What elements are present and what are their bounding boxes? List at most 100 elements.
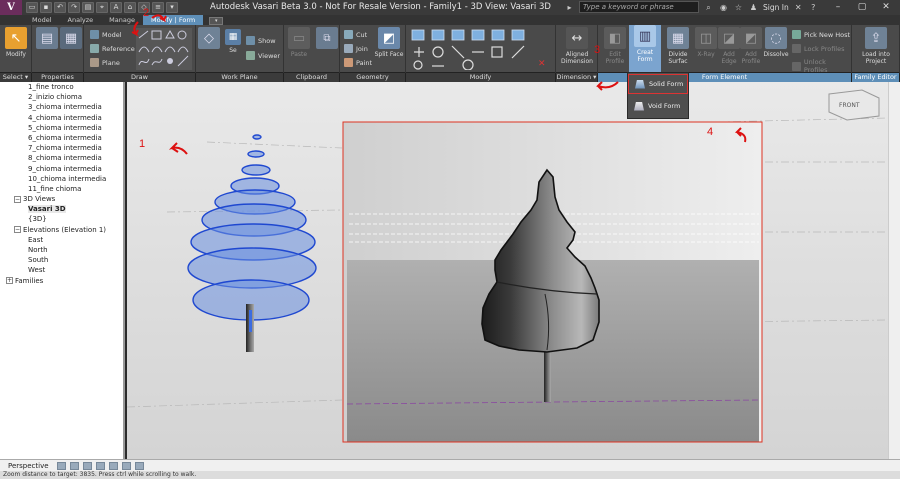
exchange-icon[interactable]: ✕ (793, 2, 804, 13)
show-button[interactable]: Show (246, 36, 276, 45)
browser-item[interactable]: Vasari 3D (0, 204, 123, 214)
temporary-hide-icon[interactable] (121, 461, 131, 470)
xray-button[interactable]: ◫ X-Ray (694, 27, 718, 58)
open-icon[interactable]: ▭ (26, 2, 38, 13)
aligned-dimension-button[interactable]: ↔ Aligned Dimension (560, 27, 594, 65)
help-icon[interactable]: ? (808, 2, 819, 13)
save-icon[interactable]: ▪ (40, 2, 52, 13)
tab-analyze[interactable]: Analyze (60, 15, 102, 25)
measure-icon[interactable]: ⌖ (96, 2, 108, 13)
select-panel-label[interactable]: Select ▾ (0, 73, 32, 82)
browser-group-item[interactable]: −3D Views (0, 194, 123, 204)
add-edge-button[interactable]: ◪ Add Edge (718, 27, 740, 65)
perspective-label[interactable]: Perspective (4, 462, 53, 470)
divide-surface-button[interactable]: ▦ Divide Surfac (664, 27, 692, 65)
user-icon[interactable]: ♟ (748, 2, 759, 13)
join-button[interactable]: Join (344, 44, 368, 53)
family-types-button[interactable]: ▦ (60, 27, 82, 51)
crop-view-icon[interactable] (95, 461, 105, 470)
browser-item[interactable]: 2_inizio chioma (0, 92, 123, 102)
browser-group-item[interactable]: − Elevations (Elevation 1) (0, 225, 123, 235)
draw-tools-gallery[interactable] (136, 28, 192, 70)
subscription-icon[interactable]: ◉ (718, 2, 729, 13)
text-icon[interactable]: A (110, 2, 122, 13)
sign-in-link[interactable]: Sign In (763, 3, 789, 12)
visual-style-icon[interactable] (56, 461, 66, 470)
modify-button[interactable]: ↖ Modify (3, 27, 29, 58)
unlock-profiles-button[interactable]: Unlock Profiles (792, 58, 851, 74)
redo-icon[interactable]: ↷ (68, 2, 80, 13)
browser-item[interactable]: 3_chioma intermedia (0, 102, 123, 112)
collapse-icon[interactable]: − (14, 195, 21, 203)
thin-lines-icon[interactable]: ≡ (152, 2, 164, 13)
shadows-icon[interactable] (82, 461, 92, 470)
undo-icon[interactable]: ↶ (54, 2, 66, 13)
browser-item[interactable]: North (0, 245, 123, 255)
dissolve-button[interactable]: ◌ Dissolve (762, 27, 790, 58)
profile-rings[interactable] (187, 134, 317, 321)
browser-item[interactable]: 6_chioma intermedia (0, 133, 123, 143)
expand-icon[interactable]: + (6, 277, 13, 285)
help-search-input[interactable]: Type a keyword or phrase (579, 1, 699, 13)
tab-manage[interactable]: Manage (101, 15, 143, 25)
reveal-hidden-icon[interactable] (134, 461, 144, 470)
solid-form-option[interactable]: Solid Form (628, 74, 688, 94)
tab-model[interactable]: Model (24, 15, 60, 25)
3d-view-icon[interactable]: ⌂ (124, 2, 136, 13)
browser-item[interactable]: South (0, 255, 123, 265)
project-browser[interactable]: 1_fine tronco 2_inizio chioma 3_chioma int… (0, 82, 125, 459)
create-form-dropdown: Solid Form Void Form (627, 72, 689, 119)
browser-item[interactable]: 11_fine chioma (0, 184, 123, 194)
properties-button[interactable]: ▤ (36, 27, 58, 51)
browser-group-item[interactable]: + Families (0, 276, 123, 286)
browser-item[interactable]: East (0, 235, 123, 245)
paste-button[interactable]: ▭ Paste (288, 27, 310, 58)
tab-modify-form[interactable]: Modify | Form (142, 15, 204, 25)
minimize-icon[interactable]: – (826, 0, 850, 14)
model-line-button[interactable]: Model (90, 30, 122, 39)
3d-viewport[interactable]: FRONT 1 4 (127, 82, 900, 459)
app-logo[interactable]: V (0, 0, 22, 15)
copy-button[interactable]: ⧉ (316, 27, 338, 51)
lock-profiles-button[interactable]: Lock Profiles (792, 44, 845, 53)
dimension-panel-label[interactable]: Dimension ▾ (556, 73, 598, 82)
qat-dropdown-icon[interactable]: ▾ (166, 2, 178, 13)
add-profile-button[interactable]: ◩ Add Profile (740, 27, 762, 65)
browser-item[interactable]: 7_chioma intermedia (0, 143, 123, 153)
scene-canvas[interactable]: FRONT (127, 82, 888, 459)
browser-item[interactable]: 5_chioma intermedia (0, 123, 123, 133)
print-icon[interactable]: ▤ (82, 2, 94, 13)
browser-item[interactable]: 10_chioma intermedia (0, 174, 123, 184)
pick-new-host-button[interactable]: Pick New Host (792, 30, 850, 39)
browser-item[interactable]: 4_chioma intermedia (0, 113, 123, 123)
tab-options-icon[interactable]: ▾ (209, 17, 224, 25)
collapse-icon[interactable]: − (14, 226, 21, 234)
search-arrow-icon[interactable]: ▸ (564, 2, 575, 13)
plane-button[interactable]: Plane (90, 58, 120, 67)
viewcube[interactable]: FRONT (828, 89, 880, 121)
cut-button[interactable]: Cut (344, 30, 367, 39)
search-icon[interactable]: ⌕ (703, 2, 714, 13)
communication-icon[interactable]: ☆ (733, 2, 744, 13)
show-crop-icon[interactable] (108, 461, 118, 470)
browser-item[interactable]: {3D} (0, 214, 123, 224)
browser-item[interactable]: 1_fine tronco (0, 82, 123, 92)
set-button[interactable]: ▦ Se (222, 29, 244, 54)
split-face-button[interactable]: ◩ Split Face (374, 27, 404, 58)
close-icon[interactable]: ✕ (874, 0, 898, 14)
set-work-plane-button[interactable]: ◇ (198, 27, 220, 51)
load-into-project-button[interactable]: ⇪ Load into Project (856, 27, 896, 65)
create-form-button[interactable]: ▥ Creat Form (629, 25, 661, 73)
edit-profile-button[interactable]: ◧ Edit Profile (602, 27, 628, 65)
browser-item[interactable]: 9_chioma intermedia (0, 164, 123, 174)
paint-button[interactable]: Paint (344, 58, 372, 67)
maximize-icon[interactable]: ▢ (850, 0, 874, 14)
modify-tools-grid[interactable]: ✕ (410, 28, 552, 70)
browser-item[interactable]: 8_chioma intermedia (0, 153, 123, 163)
viewport-scrollbar[interactable] (888, 82, 900, 459)
sun-path-icon[interactable] (69, 461, 79, 470)
viewer-button[interactable]: Viewer (246, 51, 280, 60)
void-form-option[interactable]: Void Form (628, 96, 688, 116)
browser-item[interactable]: West (0, 265, 123, 275)
reference-button[interactable]: Reference (90, 44, 135, 53)
